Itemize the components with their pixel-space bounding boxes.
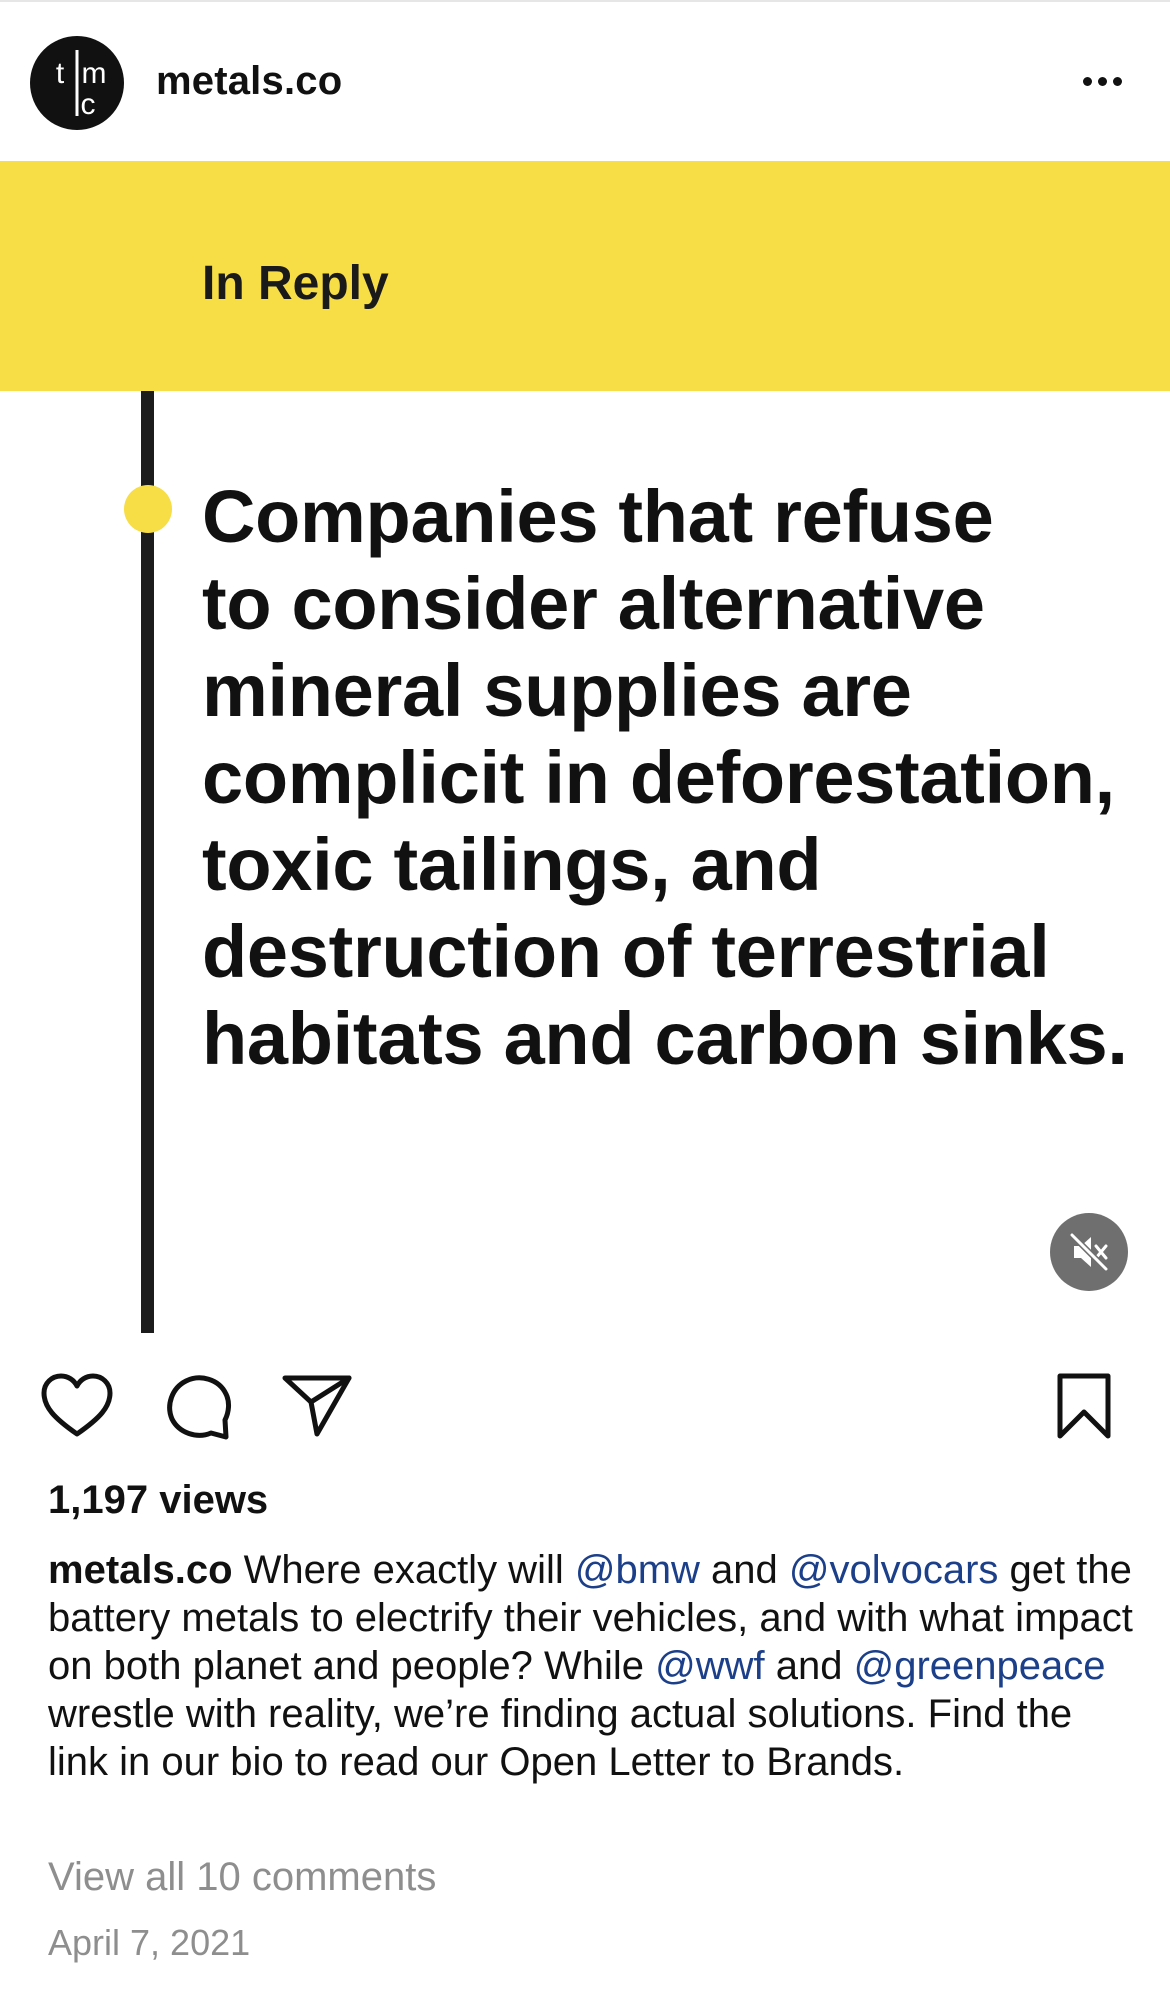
post-caption: metals.co Where exactly will @bmw and @v… <box>48 1546 1138 1786</box>
heart-icon <box>41 1373 113 1437</box>
paper-plane-icon <box>282 1375 352 1437</box>
mention-wwf[interactable]: @wwf <box>655 1644 765 1688</box>
caption-text: and <box>699 1548 789 1592</box>
views-count: 1,197 views <box>48 1478 269 1522</box>
post-date: April 7, 2021 <box>48 1922 251 1963</box>
comment-bubble-icon <box>167 1375 231 1440</box>
caption-text: Where exactly will <box>232 1548 575 1592</box>
timeline-dot <box>124 485 172 533</box>
more-options-button[interactable] <box>1070 54 1134 110</box>
more-options-icon <box>1080 73 1125 91</box>
caption-username[interactable]: metals.co <box>48 1548 233 1592</box>
tmc-logo-icon: t m c <box>56 50 107 121</box>
reply-banner: In Reply <box>0 161 1170 391</box>
quote-line: destruction of terrestrial <box>202 910 1050 993</box>
quote-line: toxic tailings, and <box>202 823 822 906</box>
save-button[interactable] <box>1054 1372 1114 1442</box>
comment-button[interactable] <box>163 1372 233 1442</box>
mention-greenpeace[interactable]: @greenpeace <box>854 1644 1106 1688</box>
post-media-video[interactable]: In Reply Companies that refuse to consid… <box>0 161 1170 1333</box>
avatar[interactable]: t m c <box>30 36 124 130</box>
speaker-muted-icon <box>1069 1232 1109 1272</box>
mention-volvocars[interactable]: @volvocars <box>789 1548 999 1592</box>
share-button[interactable] <box>281 1372 353 1440</box>
mute-toggle-button[interactable] <box>1050 1213 1128 1291</box>
bookmark-icon <box>1057 1373 1111 1439</box>
like-button[interactable] <box>40 1372 114 1440</box>
quote-line: Companies that refuse <box>202 475 994 558</box>
quote-line: to consider alternative <box>202 562 985 645</box>
post-username[interactable]: metals.co <box>156 59 342 104</box>
quote-line: complicit in deforestation, <box>202 736 1115 819</box>
svg-text:t: t <box>56 57 65 90</box>
svg-text:c: c <box>81 88 96 121</box>
caption-text: wrestle with reality, we’re finding actu… <box>48 1692 1073 1784</box>
quote-line: habitats and carbon sinks. <box>202 997 1128 1080</box>
post-actions-bar <box>0 1334 1170 1464</box>
svg-text:m: m <box>82 57 107 90</box>
quote-text: Companies that refuse to consider altern… <box>202 473 1162 1082</box>
caption-text: and <box>764 1644 854 1688</box>
post-header: t m c metals.co <box>0 2 1170 160</box>
banner-label: In Reply <box>202 257 389 310</box>
mention-bmw[interactable]: @bmw <box>575 1548 700 1592</box>
view-all-comments-link[interactable]: View all 10 comments <box>48 1855 436 1900</box>
quote-line: mineral supplies are <box>202 649 912 732</box>
